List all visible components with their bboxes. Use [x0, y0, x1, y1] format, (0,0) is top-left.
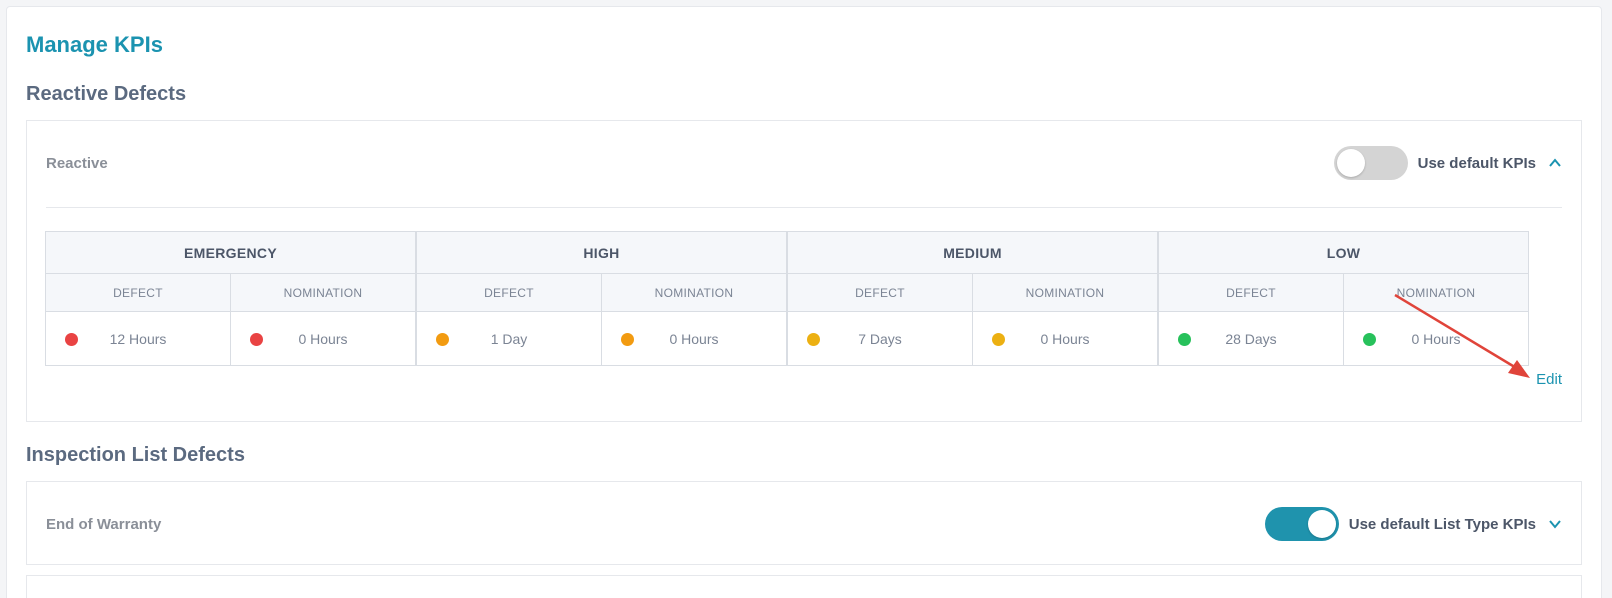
edit-link[interactable]: Edit [1536, 371, 1562, 388]
defect-value-cell: 28 Days [1159, 312, 1344, 366]
defect-column-header: DEFECT [1159, 274, 1344, 311]
inspection-panel: End of Warranty Use default List Type KP… [26, 481, 1582, 565]
nomination-value: 0 Hours [1411, 331, 1461, 347]
defect-column-header: DEFECT [417, 274, 602, 311]
priority-header: EMERGENCY [46, 232, 415, 274]
priority-subheader: DEFECT NOMINATION [788, 274, 1157, 312]
nomination-value: 0 Hours [669, 331, 719, 347]
nomination-value-cell: 0 Hours [973, 312, 1157, 366]
defect-value-cell: 7 Days [788, 312, 973, 366]
use-default-list-type-kpis-label: Use default List Type KPIs [1348, 515, 1536, 533]
priority-table-emergency: EMERGENCY DEFECT NOMINATION 12 Hours 0 H… [45, 231, 416, 366]
priority-table-high: HIGH DEFECT NOMINATION 1 Day 0 Hours [416, 231, 787, 366]
defect-value: 1 Day [490, 331, 528, 347]
status-dot-icon [250, 333, 263, 346]
chevron-up-icon[interactable] [1548, 156, 1562, 170]
chevron-down-icon[interactable] [1548, 517, 1562, 531]
priority-values: 12 Hours 0 Hours [46, 312, 415, 366]
nomination-value: 0 Hours [298, 331, 348, 347]
defect-column-header: DEFECT [788, 274, 973, 311]
use-default-kpis-group: Use default KPIs [1333, 146, 1562, 180]
status-dot-icon [1178, 333, 1191, 346]
priority-header: LOW [1159, 232, 1528, 274]
priority-subheader: DEFECT NOMINATION [417, 274, 786, 312]
status-dot-icon [436, 333, 449, 346]
defect-value: 28 Days [1225, 331, 1277, 347]
use-default-kpis-label: Use default KPIs [1417, 154, 1536, 172]
use-default-kpis-toggle[interactable] [1333, 146, 1408, 180]
toggle-knob [1336, 149, 1365, 177]
use-default-list-type-kpis-toggle[interactable] [1264, 507, 1339, 541]
defect-value-cell: 12 Hours [46, 312, 231, 366]
priority-subheader: DEFECT NOMINATION [46, 274, 415, 312]
defect-value: 12 Hours [109, 331, 167, 347]
status-dot-icon [1363, 333, 1376, 346]
section-title-inspection: Inspection List Defects [26, 444, 245, 466]
priority-table-medium: MEDIUM DEFECT NOMINATION 7 Days 0 Hours [787, 231, 1158, 366]
defect-value: 7 Days [858, 331, 902, 347]
status-dot-icon [65, 333, 78, 346]
panel-divider [46, 207, 1562, 208]
next-panel [26, 575, 1582, 598]
defect-value-cell: 1 Day [417, 312, 602, 366]
status-dot-icon [807, 333, 820, 346]
priority-subheader: DEFECT NOMINATION [1159, 274, 1528, 312]
section-title-reactive: Reactive Defects [26, 83, 187, 105]
status-dot-icon [621, 333, 634, 346]
nomination-value-cell: 0 Hours [602, 312, 786, 366]
reactive-panel: Reactive Use default KPIs EMERGENCY DEFE… [26, 120, 1582, 422]
panel-label-end-of-warranty: End of Warranty [46, 516, 162, 533]
nomination-column-header: NOMINATION [283, 285, 363, 300]
nomination-value-cell: 0 Hours [1344, 312, 1528, 366]
panel-label-reactive: Reactive [46, 155, 108, 172]
priority-table-low: LOW DEFECT NOMINATION 28 Days 0 Hours [1158, 231, 1529, 366]
page-title: Manage KPIs [26, 32, 163, 57]
nomination-column-header: NOMINATION [654, 285, 734, 300]
nomination-value: 0 Hours [1040, 331, 1090, 347]
nomination-value-cell: 0 Hours [231, 312, 415, 366]
priority-values: 28 Days 0 Hours [1159, 312, 1528, 366]
priority-values: 7 Days 0 Hours [788, 312, 1157, 366]
nomination-column-header: NOMINATION [1025, 285, 1105, 300]
priority-header: MEDIUM [788, 232, 1157, 274]
priority-header: HIGH [417, 232, 786, 274]
toggle-knob [1307, 510, 1336, 538]
use-default-list-type-kpis-group: Use default List Type KPIs [1264, 507, 1562, 541]
priority-values: 1 Day 0 Hours [417, 312, 786, 366]
defect-column-header: DEFECT [46, 274, 231, 311]
status-dot-icon [992, 333, 1005, 346]
nomination-column-header: NOMINATION [1396, 285, 1476, 300]
